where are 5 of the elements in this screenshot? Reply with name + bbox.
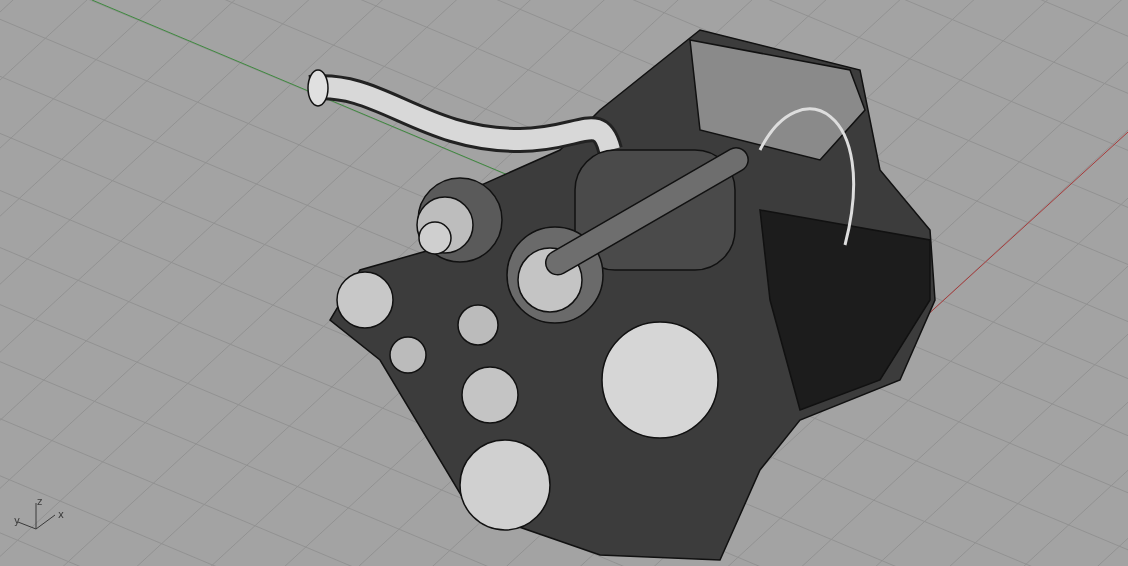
axis-label: y xyxy=(14,515,20,526)
axis-label: z xyxy=(37,496,43,507)
perspective-viewport[interactable]: z y x xyxy=(0,0,1128,566)
engine-model-drawing[interactable] xyxy=(307,29,936,561)
axis-label: x xyxy=(58,509,64,520)
